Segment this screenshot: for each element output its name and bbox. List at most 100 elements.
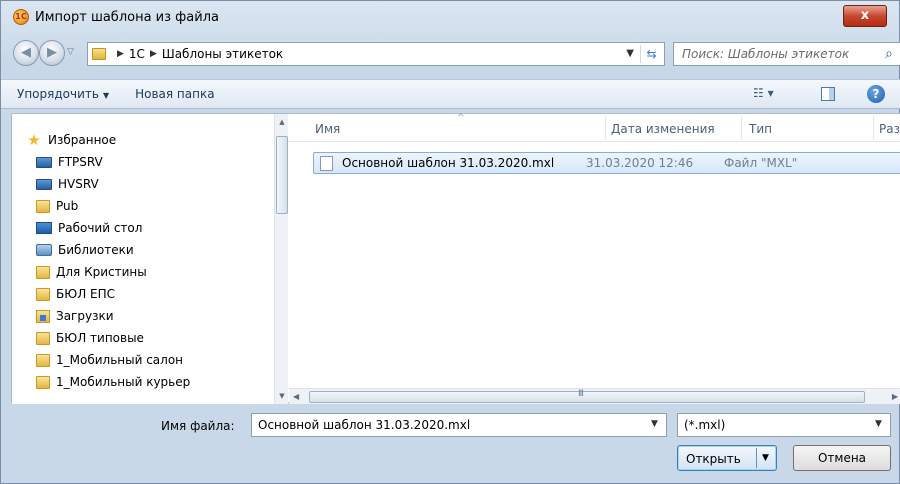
address-dropdown-icon[interactable]: ▼: [626, 48, 634, 59]
file-list-pane: Имя ^ Дата изменения Тип Разм Основной ш…: [289, 113, 900, 404]
sidebar-item-favorites[interactable]: ★ Избранное: [26, 130, 116, 150]
sidebar-item-label: Загрузки: [56, 309, 114, 323]
sidebar-item-label: Pub: [56, 199, 79, 213]
sidebar-item-pub[interactable]: Pub: [36, 196, 78, 216]
column-size[interactable]: Разм: [879, 122, 900, 136]
open-button[interactable]: Открыть ▼: [677, 445, 777, 471]
horizontal-scroll-thumb[interactable]: III: [309, 389, 865, 403]
desktop-icon: [36, 222, 52, 234]
organize-button[interactable]: Упорядочить ▼: [17, 87, 109, 101]
sidebar-item-libraries[interactable]: Библиотеки: [36, 240, 134, 260]
star-icon: ★: [27, 131, 41, 149]
folder-icon: [36, 287, 50, 301]
folder-icon: [36, 199, 50, 213]
sidebar-item-label: Рабочий стол: [58, 221, 143, 235]
address-bar[interactable]: ▶ 1С ▶ Шаблоны этикеток ▼ ⇆: [87, 42, 665, 66]
sidebar-scrollbar[interactable]: ▲ ▼: [274, 114, 288, 404]
sidebar-item-downloads[interactable]: Загрузки: [36, 306, 114, 326]
library-icon: [36, 244, 52, 256]
sidebar-scroll-thumb[interactable]: [276, 136, 288, 214]
sidebar-item-label: 1_Мобильный салон: [56, 353, 184, 367]
split-divider: [756, 448, 757, 468]
column-divider[interactable]: [741, 116, 742, 140]
scroll-right-icon[interactable]: ▶: [892, 392, 898, 401]
navigation-pane: ★ Избранное FTPSRV HVSRV Pub Рабочий сто…: [12, 114, 288, 404]
network-computer-icon: [36, 156, 52, 168]
file-name: Основной шаблон 31.03.2020.mxl: [342, 156, 555, 170]
scroll-down-icon[interactable]: ▼: [277, 392, 287, 400]
sidebar-item-label: БЮЛ типовые: [56, 331, 144, 345]
open-options-dropdown-icon[interactable]: ▼: [762, 453, 769, 463]
sidebar-item-label: БЮЛ ЕПС: [56, 287, 116, 301]
sidebar-item-label: Для Кристины: [56, 265, 147, 279]
folder-icon: [36, 353, 50, 367]
sidebar-item-mobile-salon[interactable]: 1_Мобильный салон: [36, 350, 183, 370]
column-divider[interactable]: [605, 116, 606, 140]
network-computer-icon: [36, 178, 52, 190]
document-icon: [320, 156, 333, 171]
breadcrumb-item-templates[interactable]: Шаблоны этикеток: [162, 47, 283, 61]
sidebar-item-byul-typical[interactable]: БЮЛ типовые: [36, 328, 144, 348]
sidebar-item-label: Библиотеки: [58, 243, 134, 257]
refresh-icon[interactable]: ⇆: [640, 45, 662, 63]
scroll-up-icon[interactable]: ▲: [277, 118, 287, 126]
breadcrumb-item-1c[interactable]: 1С: [129, 47, 145, 61]
search-placeholder: Поиск: Шаблоны этикеток: [682, 47, 850, 61]
new-folder-button[interactable]: Новая папка: [135, 87, 214, 101]
forward-button[interactable]: ▶: [39, 40, 65, 66]
sidebar-item-desktop[interactable]: Рабочий стол: [36, 218, 142, 238]
sidebar-item-mobile-courier[interactable]: 1_Мобильный курьер: [36, 372, 190, 392]
search-input[interactable]: Поиск: Шаблоны этикеток ⌕: [673, 42, 900, 66]
folder-icon: [92, 48, 106, 60]
address-row: ◀ ▶ ▽ ▶ 1С ▶ Шаблоны этикеток ▼ ⇆ Поиск:…: [1, 39, 900, 69]
scroll-left-icon[interactable]: ◀: [293, 392, 299, 401]
filter-dropdown-icon[interactable]: ▼: [875, 419, 882, 429]
cancel-button[interactable]: Отмена: [793, 445, 891, 471]
app-1c-icon: 1С: [13, 9, 29, 25]
horizontal-scrollbar[interactable]: ◀ III ▶: [289, 388, 900, 404]
filename-label: Имя файла:: [161, 419, 235, 433]
back-button[interactable]: ◀: [13, 40, 39, 66]
column-name[interactable]: Имя: [315, 122, 340, 136]
column-divider[interactable]: [873, 116, 874, 140]
breadcrumb-chevron-icon[interactable]: ▶: [150, 49, 157, 59]
column-date-modified[interactable]: Дата изменения: [611, 122, 715, 136]
open-button-label: Открыть: [686, 452, 741, 466]
search-icon[interactable]: ⌕: [878, 46, 900, 62]
folder-icon: [36, 331, 50, 345]
breadcrumb-chevron-icon[interactable]: ▶: [117, 49, 124, 59]
folder-icon: [36, 375, 50, 389]
column-type[interactable]: Тип: [749, 122, 772, 136]
file-type-filter-select[interactable]: (*.mxl): [677, 413, 891, 437]
file-date: 31.03.2020 12:46: [586, 156, 694, 170]
help-icon[interactable]: ?: [867, 85, 885, 103]
sidebar-item-label: HVSRV: [58, 177, 99, 191]
sidebar-item-label: Избранное: [48, 133, 117, 147]
sidebar-item-label: FTPSRV: [58, 155, 103, 169]
file-type: Файл "MXL": [724, 156, 798, 170]
folder-icon: [36, 265, 50, 279]
sidebar-item-byul-eps[interactable]: БЮЛ ЕПС: [36, 284, 115, 304]
filename-input[interactable]: Основной шаблон 31.03.2020.mxl: [251, 413, 667, 437]
close-button[interactable]: x: [843, 5, 887, 27]
grip-icon: III: [578, 389, 584, 399]
import-dialog-window: 1С Импорт шаблона из файла x ◀ ▶ ▽ ▶ 1С …: [0, 0, 900, 484]
filename-dropdown-icon[interactable]: ▼: [651, 419, 658, 429]
history-dropdown-icon[interactable]: ▽: [67, 47, 74, 57]
browser-content: ★ Избранное FTPSRV HVSRV Pub Рабочий сто…: [11, 113, 900, 404]
chevron-down-icon: ▼: [102, 91, 110, 100]
sidebar-item-for-kristina[interactable]: Для Кристины: [36, 262, 147, 282]
sidebar-item-hvsrv[interactable]: HVSRV: [36, 174, 99, 194]
view-options-icon[interactable]: ☷ ▾: [753, 86, 774, 100]
title-bar: 1С Импорт шаблона из файла x: [1, 1, 900, 35]
organize-label: Упорядочить: [17, 87, 99, 101]
sidebar-item-ftpsrv[interactable]: FTPSRV: [36, 152, 103, 172]
column-header-row: Имя ^ Дата изменения Тип Разм: [289, 113, 900, 142]
downloads-icon: [36, 309, 50, 323]
window-title: Импорт шаблона из файла: [35, 10, 219, 25]
preview-pane-icon[interactable]: [821, 87, 835, 101]
sort-ascending-icon: ^: [457, 113, 465, 123]
file-row[interactable]: Основной шаблон 31.03.2020.mxl 31.03.202…: [313, 152, 900, 174]
command-toolbar: Упорядочить ▼ Новая папка ☷ ▾ ?: [1, 79, 900, 109]
sidebar-item-label: 1_Мобильный курьер: [56, 375, 191, 389]
